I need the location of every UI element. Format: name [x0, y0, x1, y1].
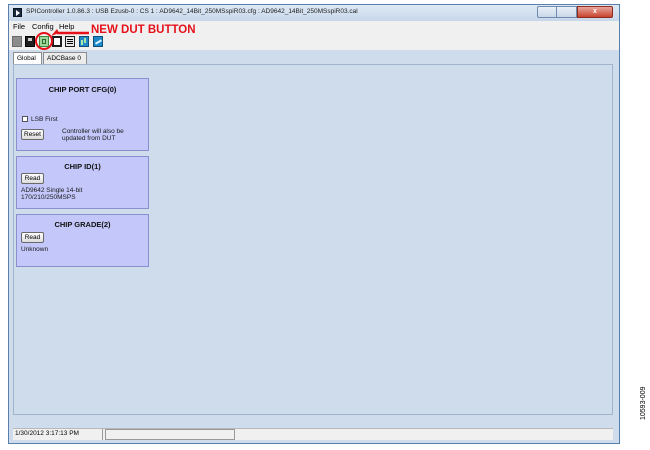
status-divider — [102, 429, 103, 440]
lsb-first-checkbox[interactable] — [22, 116, 28, 122]
reset-note-line2: updated from DUT — [62, 135, 116, 142]
reset-note-line1: Controller will also be — [62, 128, 124, 135]
chip-id-panel: CHIP ID(1) Read AD9642 Single 14-bit 170… — [16, 156, 149, 209]
panel-title: CHIP GRADE(2) — [54, 220, 111, 229]
chip-grade-value: Unknown — [21, 246, 49, 253]
tab-global[interactable]: Global — [13, 52, 42, 64]
maximize-button[interactable] — [557, 6, 577, 18]
status-bar: 1/30/2012 3:17:13 PM — [13, 428, 613, 440]
app-window: SPIController 1.0.86.3 : USB Ezusb-0 : C… — [8, 4, 620, 444]
chip-grade-panel: CHIP GRADE(2) Read Unknown — [16, 214, 149, 267]
chip-id-value-line1: AD9642 Single 14-bit — [21, 187, 83, 194]
chip-port-cfg-panel: CHIP PORT CFG(0) LSB First Reset Control… — [16, 78, 149, 151]
lsb-first-label: LSB First — [31, 116, 58, 123]
status-timestamp: 1/30/2012 3:17:13 PM — [15, 430, 79, 437]
reset-button[interactable]: Reset — [21, 129, 44, 140]
window-controls: x — [537, 6, 613, 18]
panel-title: CHIP ID(1) — [64, 162, 101, 171]
minimize-button[interactable] — [537, 6, 557, 18]
new-dut-callout-label: NEW DUT BUTTON — [91, 24, 196, 36]
figure-id-label: 10593-009 — [640, 386, 647, 420]
chip-grade-read-button[interactable]: Read — [21, 232, 44, 243]
close-button[interactable]: x — [577, 6, 613, 18]
status-panel — [105, 429, 235, 440]
chip-id-value-line2: 170/210/250MSPS — [21, 194, 76, 201]
panel-title: CHIP PORT CFG(0) — [48, 85, 117, 94]
tab-adcbase-0[interactable]: ADCBase 0 — [43, 52, 87, 64]
workspace: CHIP PORT CFG(0) LSB First Reset Control… — [13, 64, 613, 415]
chip-id-read-button[interactable]: Read — [21, 173, 44, 184]
